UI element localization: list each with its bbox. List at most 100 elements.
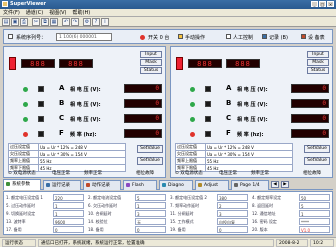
- open-icon[interactable]: ▤: [2, 18, 10, 26]
- param-value-field[interactable]: 1: [135, 202, 166, 209]
- manual-label[interactable]: 手动操作: [185, 34, 205, 41]
- table-cell: Ua = Ur * 12% = 248 V: [38, 143, 126, 151]
- about-icon[interactable]: i: [101, 18, 109, 26]
- params-grid: 1. 额定电压设定值 1 220 2. 额定电流设定值 5 3. 额定电压设定值 2…: [3, 191, 333, 235]
- param-value-field[interactable]: 9600: [53, 218, 84, 225]
- menu-file[interactable]: 文件(F): [3, 9, 20, 16]
- adjust-icon: [198, 183, 202, 187]
- channel-1-input-button[interactable]: Input: [140, 51, 162, 58]
- next-page-icon[interactable]: ▶: [281, 181, 289, 188]
- param-label: 1. 额定电压设定值 1: [6, 195, 43, 200]
- menu-channel[interactable]: 通道(C): [26, 9, 43, 16]
- channel-2-setvalue-button-2[interactable]: SetValue: [304, 157, 330, 165]
- param-value-field[interactable]: 380: [217, 194, 248, 201]
- menu-bar: 文件(F) 通道(C) 视图(V) 帮助(H): [0, 9, 336, 17]
- param-label: 2. 额定电流设定值: [88, 195, 122, 200]
- channel-1-footer-phase: 相位故障: [136, 171, 154, 176]
- param-value-field[interactable]: 0: [53, 226, 84, 233]
- channel-2-dot-b: [190, 102, 195, 107]
- tab-flash[interactable]: Flash: [123, 180, 157, 190]
- tab-diagno[interactable]: Diagno: [159, 180, 193, 190]
- device-table-label[interactable]: 设 备表: [308, 34, 325, 41]
- undo-icon[interactable]: ↶: [62, 18, 70, 26]
- close-icon[interactable]: ×: [327, 1, 334, 7]
- channel-panel-1: 888 888 Input Mask Status A B C F 相 电 压 …: [3, 46, 166, 178]
- param-value-field[interactable]: 2: [217, 202, 248, 209]
- param-value-field[interactable]: V1.0: [299, 226, 330, 233]
- param-label: 12. 通信地址: [252, 211, 276, 216]
- cut-icon[interactable]: ✂: [32, 18, 40, 26]
- channel-1-label-a: 相 电 压 (V):: [70, 87, 101, 93]
- channel-2-led-c: [205, 116, 211, 122]
- channel-1-footer-voltage: 电压正常: [52, 171, 70, 176]
- param-value-field[interactable]: 50: [299, 194, 330, 201]
- channel-2-alarm-icon: [176, 57, 183, 70]
- param-cell: 12. 通信地址 1: [252, 210, 332, 218]
- param-value-field[interactable]: 220: [53, 194, 84, 201]
- print-icon[interactable]: ⎙: [20, 18, 28, 26]
- manual-icon[interactable]: [178, 34, 183, 39]
- param-cell: 2. 额定电流设定值 5: [88, 194, 168, 202]
- param-value-field[interactable]: 0: [135, 226, 166, 233]
- channel-1-status-button[interactable]: Status: [140, 67, 162, 74]
- status-message: 通信口已打开，系统就绪，系统运行正常，位置准确: [38, 239, 274, 247]
- channel-2-mask-button[interactable]: Mask: [307, 59, 329, 66]
- device-checkbox[interactable]: [8, 34, 13, 39]
- redo-icon[interactable]: ↷: [71, 18, 79, 26]
- param-label: 11. 分闸延时: [170, 211, 194, 216]
- menu-help[interactable]: 帮助(H): [73, 9, 91, 16]
- device-table-icon[interactable]: [301, 34, 306, 39]
- channel-1-setvalue-button-1[interactable]: SetValue: [137, 145, 163, 153]
- param-value-field[interactable]: 1: [53, 210, 84, 217]
- save-icon[interactable]: ▣: [11, 18, 19, 26]
- tab-run-log[interactable]: 运行记录: [43, 180, 81, 190]
- record-label[interactable]: 记录 (B): [269, 34, 288, 41]
- channel-1-letter-c: C: [59, 114, 65, 122]
- channel-1-letter-b: B: [59, 99, 65, 107]
- help-icon[interactable]: ?: [92, 18, 100, 26]
- param-value-field[interactable]: ****: [299, 218, 330, 225]
- param-value-field[interactable]: 3: [135, 210, 166, 217]
- tab-page[interactable]: Page 1/4: [231, 180, 269, 190]
- channel-2-footer-frequency: 频率正常: [251, 171, 269, 176]
- maximize-icon[interactable]: □: [319, 1, 326, 7]
- channel-2-setvalue-button-1[interactable]: SetValue: [304, 145, 330, 153]
- param-value-field[interactable]: 自投自复: [217, 218, 248, 225]
- prev-page-icon[interactable]: ◀: [271, 181, 279, 188]
- param-value-field[interactable]: 3: [217, 210, 248, 217]
- param-value-field[interactable]: 1: [53, 202, 84, 209]
- status-state: 运行状态: [2, 239, 36, 247]
- device-serial-field[interactable]: 1 100(6) 000001: [56, 33, 112, 41]
- channel-1-setvalue-button-2[interactable]: SetValue: [137, 157, 163, 165]
- auto-label[interactable]: 人工控制: [233, 34, 253, 41]
- param-label: 13. 波特率: [6, 219, 26, 224]
- minimize-icon[interactable]: _: [311, 1, 318, 7]
- tab-system-params[interactable]: 系统参数: [3, 179, 41, 190]
- channel-1-led-b: [38, 101, 44, 107]
- channel-2-status-button[interactable]: Status: [307, 67, 329, 74]
- settings-icon[interactable]: ⚙: [83, 18, 91, 26]
- param-value-field[interactable]: 5: [299, 202, 330, 209]
- param-value-field[interactable]: 无: [135, 218, 166, 225]
- table-row: 过压设定值 Ua = Ur * 12% = 248 V: [8, 143, 126, 151]
- tab-action-log[interactable]: 动作记录: [83, 180, 121, 190]
- record-icon[interactable]: [262, 34, 267, 39]
- channel-1-value-a: 0: [124, 84, 162, 93]
- channel-1-mask-button[interactable]: Mask: [140, 59, 162, 66]
- param-value-field[interactable]: 1: [299, 210, 330, 217]
- param-cell: 4. 额定频率设定 50: [252, 194, 332, 202]
- tab-label: Adjust: [204, 183, 219, 188]
- channel-2-label-b: 相 电 压 (V):: [237, 102, 268, 108]
- auto-checkbox[interactable]: [226, 34, 231, 39]
- param-value-field[interactable]: 5: [135, 194, 166, 201]
- copy-icon[interactable]: ⧉: [41, 18, 49, 26]
- channel-2-input-button[interactable]: Input: [307, 51, 329, 58]
- param-label: 8. 返回延时: [252, 203, 274, 208]
- channel-2-led-a: [205, 86, 211, 92]
- tab-adjust[interactable]: Adjust: [195, 180, 229, 190]
- param-value-field[interactable]: 0: [217, 226, 248, 233]
- paste-icon[interactable]: ▦: [50, 18, 58, 26]
- menu-view[interactable]: 视图(V): [49, 9, 66, 16]
- channel-1-label-b: 相 电 压 (V):: [70, 102, 101, 108]
- channel-2-display-a: 888: [188, 59, 222, 68]
